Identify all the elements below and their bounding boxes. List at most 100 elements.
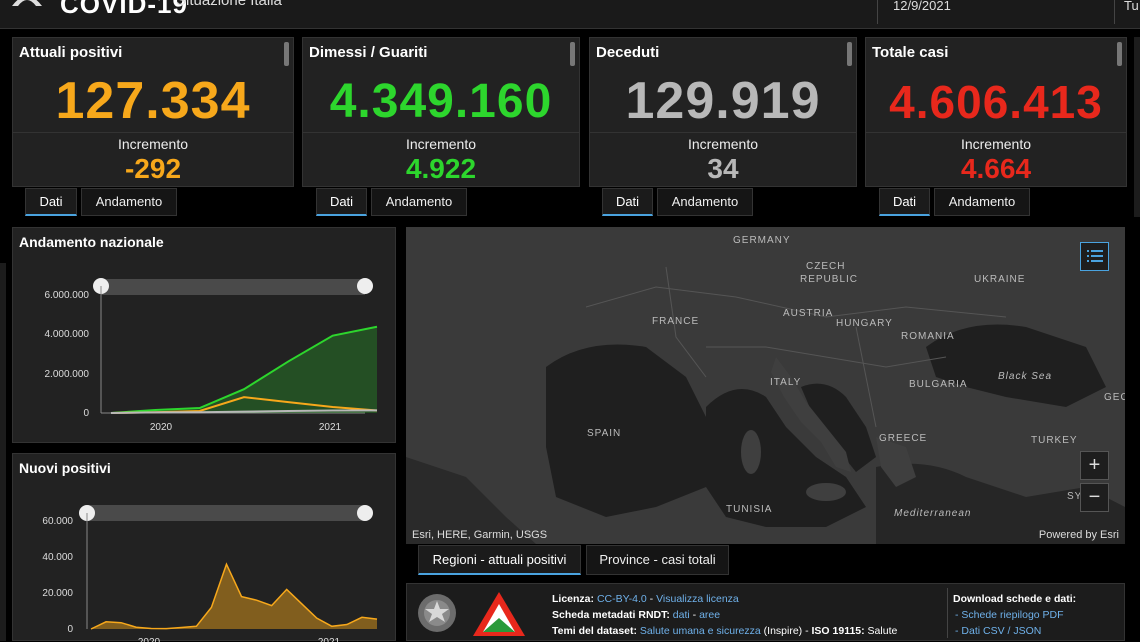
y-tick-label: 0 bbox=[67, 624, 73, 635]
tab-andamento[interactable]: Andamento bbox=[934, 188, 1030, 216]
date-box: 12/9/2021 bbox=[877, 0, 1115, 24]
map-label-romania: ROMANIA bbox=[901, 331, 955, 342]
series-area bbox=[111, 326, 377, 413]
zoom-out-button[interactable]: − bbox=[1080, 483, 1109, 512]
tab-dati[interactable]: Dati bbox=[879, 188, 930, 216]
tab-province-casi-totali[interactable]: Province - casi totali bbox=[586, 545, 729, 575]
kpi-title: Totale casi bbox=[872, 44, 949, 61]
map-view[interactable]: GERMANY CZECH REPUBLIC UKRAINE FRANCE AU… bbox=[406, 227, 1125, 544]
map-legend-button[interactable] bbox=[1080, 242, 1109, 271]
visualizza-licenza-link[interactable]: Visualizza licenza bbox=[656, 593, 739, 605]
map-label-geo: GEO bbox=[1104, 392, 1125, 403]
scheda-aree-link[interactable]: aree bbox=[699, 609, 720, 621]
tab-dati[interactable]: Dati bbox=[316, 188, 367, 216]
kpi-increment-label: Incremento bbox=[687, 136, 759, 152]
tab-dati[interactable]: Dati bbox=[602, 188, 653, 216]
kpi-scrollbar[interactable] bbox=[847, 42, 852, 66]
map-label-hungary: HUNGARY bbox=[836, 318, 893, 329]
footer-divider bbox=[947, 588, 948, 638]
map-label-bulgaria: BULGARIA bbox=[909, 379, 968, 390]
kpi-attuali-positivi: Attuali positivi 127.334 Incremento -292 bbox=[12, 37, 294, 187]
left-edge-strip bbox=[0, 263, 6, 641]
x-tick-label: 2020 bbox=[150, 422, 173, 433]
kpi-title: Dimessi / Guariti bbox=[309, 44, 428, 61]
kpi-value: 4.349.160 bbox=[329, 75, 553, 128]
scheda-dati-link[interactable]: dati bbox=[673, 609, 690, 621]
kpi-increment: 34 bbox=[707, 153, 739, 184]
licenza-link[interactable]: CC-BY-4.0 bbox=[597, 593, 647, 605]
x-tick-label: 2021 bbox=[319, 422, 342, 433]
map-powered-by[interactable]: Powered by Esri bbox=[1039, 529, 1119, 541]
footer-temi-line: Temi del dataset: Salute umana e sicurez… bbox=[552, 625, 897, 637]
kpi-title: Deceduti bbox=[596, 44, 660, 61]
nuovi-positivi-area bbox=[91, 564, 377, 629]
protezione-civile-logo-icon bbox=[473, 592, 525, 636]
map-label-germany: GERMANY bbox=[733, 235, 791, 246]
kpi-totale-casi: Totale casi 4.606.413 Incremento 4.664 bbox=[865, 37, 1127, 187]
licenza-label: Licenza: bbox=[552, 593, 595, 605]
temi-text: (Inspire) - bbox=[760, 625, 812, 637]
licenza-separator: - bbox=[646, 593, 657, 605]
last-update-date: 12/9/2021 bbox=[893, 0, 951, 13]
map-label-spain: SPAIN bbox=[587, 428, 622, 439]
tab-andamento[interactable]: Andamento bbox=[657, 188, 753, 216]
kpi-scrollbar[interactable] bbox=[570, 42, 575, 66]
kpi-deceduti: Deceduti 129.919 Incremento 34 bbox=[589, 37, 857, 187]
tab-andamento[interactable]: Andamento bbox=[81, 188, 177, 216]
kpi-value: 4.606.413 bbox=[889, 76, 1103, 128]
app-logo-icon bbox=[12, 0, 42, 6]
kpi-increment-label: Incremento bbox=[960, 136, 1032, 152]
map-label-italy: ITALY bbox=[770, 377, 802, 388]
map-label-turkey: TURKEY bbox=[1031, 435, 1078, 446]
map-label-greece: GREECE bbox=[879, 433, 928, 444]
list-icon bbox=[1086, 250, 1103, 262]
range-slider-handle-right[interactable] bbox=[357, 505, 373, 521]
x-tick-label: 2020 bbox=[138, 637, 161, 642]
kpi-increment: 4.664 bbox=[960, 153, 1032, 184]
iso-value: Salute bbox=[864, 625, 898, 637]
kpi-scrollbar[interactable] bbox=[1117, 42, 1122, 66]
map-label-france: FRANCE bbox=[652, 316, 700, 327]
temi-link[interactable]: Salute umana e sicurezza bbox=[640, 625, 761, 637]
kpi-divider bbox=[303, 132, 579, 133]
scheda-separator: - bbox=[689, 609, 700, 621]
kpi-title: Attuali positivi bbox=[19, 44, 123, 61]
map-label-mediterranean: Mediterranean bbox=[894, 508, 972, 519]
kpi-value: 129.919 bbox=[625, 72, 821, 130]
kpi-divider bbox=[866, 132, 1126, 133]
scheda-label: Scheda metadati RNDT: bbox=[552, 609, 670, 621]
kpi-increment: 4.922 bbox=[405, 153, 477, 184]
y-tick-label: 60.000 bbox=[42, 516, 73, 527]
kpi-value: 127.334 bbox=[55, 72, 251, 130]
map-label-czech: CZECH bbox=[806, 261, 846, 272]
kpi-scrollbar[interactable] bbox=[284, 42, 289, 66]
map-label-ukraine: UKRAINE bbox=[974, 274, 1026, 285]
nuovi-positivi-chart-svg: 60.000 40.000 20.000 0 2020 2021 bbox=[42, 505, 378, 642]
chart-nuovi-positivi: Nuovi positivi 60.000 40.000 20.000 0 20… bbox=[12, 453, 396, 642]
app-title: COVID-19 bbox=[60, 0, 188, 19]
footer-scheda-line: Scheda metadati RNDT: dati - aree bbox=[552, 609, 720, 621]
y-tick-label: 20.000 bbox=[42, 588, 73, 599]
app-subtitle: Situazione Italia bbox=[176, 0, 282, 9]
chart-andamento-nazionale: Andamento nazionale 6.000.000 4.000.000 … bbox=[12, 227, 396, 443]
andamento-chart-svg: 6.000.000 4.000.000 2.000.000 0 2020 202… bbox=[45, 278, 378, 433]
download-csv-json-link[interactable]: - Dati CSV / JSON bbox=[955, 625, 1041, 637]
range-slider-track[interactable] bbox=[101, 279, 365, 295]
range-slider-track[interactable] bbox=[87, 505, 365, 521]
tab-dati[interactable]: Dati bbox=[25, 188, 77, 216]
repubblica-emblem-icon bbox=[418, 594, 456, 632]
right-edge-strip bbox=[1134, 37, 1140, 217]
top-bar: COVID-19 Situazione Italia 12/9/2021 Tu bbox=[0, 0, 1140, 29]
map-label-tunisia: TUNISIA bbox=[726, 504, 773, 515]
kpi-divider bbox=[590, 132, 856, 133]
y-tick-label: 0 bbox=[83, 408, 89, 419]
download-title: Download schede e dati: bbox=[953, 593, 1077, 605]
zoom-in-button[interactable]: + bbox=[1080, 451, 1109, 480]
tab-regioni-attuali-positivi[interactable]: Regioni - attuali positivi bbox=[418, 545, 581, 575]
map-label-austria: AUSTRIA bbox=[783, 308, 834, 319]
y-tick-label: 4.000.000 bbox=[45, 329, 90, 340]
download-pdf-link[interactable]: - Schede riepilogo PDF bbox=[955, 609, 1064, 621]
tab-andamento[interactable]: Andamento bbox=[371, 188, 467, 216]
x-tick-label: 2021 bbox=[318, 637, 341, 642]
range-slider-handle-right[interactable] bbox=[357, 278, 373, 294]
